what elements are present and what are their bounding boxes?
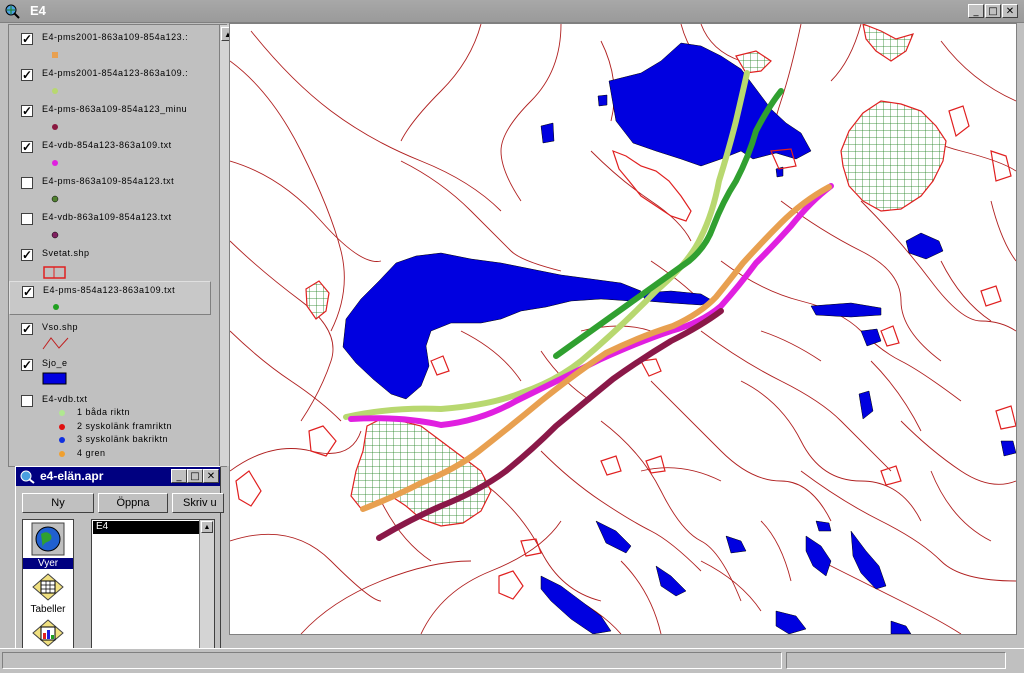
layer-item[interactable]: ✓ Svetat.shp (9, 245, 209, 281)
magnifier-globe-icon (20, 470, 35, 484)
point-symbol-icon (52, 88, 58, 94)
legend-item: 2 syskolänk framriktn (59, 421, 172, 431)
layer-checkbox[interactable] (21, 395, 33, 407)
legend-item: 1 båda riktn (59, 407, 130, 417)
new-button[interactable]: Ny (22, 493, 94, 513)
scroll-up-arrow-icon[interactable]: ▲ (201, 521, 213, 533)
point-symbol-icon (52, 52, 58, 58)
project-maximize-button[interactable]: □ (187, 469, 203, 483)
layer-checkbox[interactable]: ✓ (22, 286, 34, 298)
layer-checkbox[interactable]: ✓ (21, 141, 33, 153)
map-vertical-scrollbar[interactable] (1017, 23, 1024, 635)
open-button[interactable]: Öppna (98, 493, 168, 513)
layer-checkbox[interactable]: ✓ (21, 249, 33, 261)
polygon-symbol-icon (43, 266, 66, 279)
legend-item: 4 gren (59, 448, 106, 458)
status-message (2, 652, 782, 669)
document-list-scrollbar[interactable]: ▲ (199, 520, 214, 650)
layer-name: E4-pms-863a109-854a123.txt (42, 176, 175, 186)
layer-item[interactable]: ✓ E4-pms2001-863a109-854a123.: (9, 29, 209, 63)
close-button[interactable]: ✕ (1002, 4, 1018, 18)
tables-label[interactable]: Tabeller (23, 604, 73, 615)
point-symbol-icon (52, 160, 58, 166)
layer-name: E4-pms2001-854a123-863a109.: (42, 68, 189, 78)
charts-icon[interactable] (31, 618, 65, 648)
layer-item[interactable]: ✓ Vso.shp (9, 319, 209, 353)
layer-item[interactable]: ✓ E4-vdb-854a123-863a109.txt (9, 137, 209, 171)
layer-name: Vso.shp (42, 322, 79, 332)
project-title-bar: e4-elän.apr _ □ ✕ (16, 467, 220, 486)
document-list-item[interactable]: E4 (93, 521, 199, 534)
magnifier-globe-icon (5, 4, 20, 19)
layer-name: E4-pms2001-863a109-854a123.: (42, 32, 189, 42)
layer-checkbox[interactable]: ✓ (21, 323, 33, 335)
legend-dot-icon (59, 423, 65, 430)
status-panel (786, 652, 1006, 669)
layer-checkbox[interactable] (21, 177, 33, 189)
layer-name: E4-vdb-863a109-854a123.txt (42, 212, 172, 222)
layer-item[interactable]: ✓ E4-pms-863a109-854a123_minu (9, 101, 209, 135)
layer-name: Svetat.shp (42, 248, 90, 258)
point-symbol-icon (51, 231, 59, 239)
status-bar (0, 648, 1024, 673)
layer-checkbox[interactable]: ✓ (21, 105, 33, 117)
project-close-button[interactable]: ✕ (203, 469, 219, 483)
window-title-bar: E4 _ □ ✕ (0, 0, 1024, 23)
legend-dot-icon (59, 409, 65, 416)
maximize-button[interactable]: □ (985, 4, 1001, 18)
document-list: E4 ▲ (91, 519, 215, 651)
layer-name: E4-pms-863a109-854a123_minu (42, 104, 188, 114)
tables-icon[interactable] (31, 572, 65, 602)
legend-item: 3 syskolänk bakriktn (59, 434, 168, 444)
map-horizontal-strip (229, 635, 1017, 641)
document-type-list: Vyer Tabeller (22, 519, 74, 651)
project-minimize-button[interactable]: _ (171, 469, 187, 483)
point-symbol-icon (51, 195, 59, 203)
views-label[interactable]: Vyer (23, 558, 73, 569)
minimize-button[interactable]: _ (968, 4, 984, 18)
point-symbol-icon (52, 124, 58, 130)
layer-checkbox[interactable]: ✓ (21, 69, 33, 81)
print-button[interactable]: Skriv u (172, 493, 224, 513)
map-canvas[interactable] (230, 24, 1016, 634)
window-title: E4 (30, 3, 46, 18)
layer-item-selected[interactable]: ✓ E4-pms-854a123-863a109.txt (9, 281, 211, 315)
layer-name: E4-vdb-854a123-863a109.txt (42, 140, 172, 150)
point-symbol-icon (53, 304, 59, 310)
layer-name: Sjo_e (42, 358, 68, 368)
map-view[interactable] (229, 23, 1017, 635)
layer-name: E4-pms-854a123-863a109.txt (43, 285, 176, 295)
layer-item[interactable]: E4-pms-863a109-854a123.txt (9, 173, 209, 207)
legend-dot-icon (59, 436, 65, 443)
project-window: e4-elän.apr _ □ ✕ Ny Öppna Skriv u Vyer … (15, 466, 224, 656)
water-symbol-icon (42, 372, 67, 385)
project-title: e4-elän.apr (40, 469, 104, 483)
layer-checkbox[interactable] (21, 213, 33, 225)
layer-item[interactable]: ✓ E4-pms2001-854a123-863a109.: (9, 65, 209, 99)
layer-item[interactable]: E4-vdb-863a109-854a123.txt (9, 209, 209, 243)
layer-item[interactable]: ✓ Sjo_e (9, 355, 209, 389)
layer-checkbox[interactable]: ✓ (21, 33, 33, 45)
layer-checkbox[interactable]: ✓ (21, 359, 33, 371)
table-of-contents: ▲ ✓ E4-pms2001-863a109-854a123.: ✓ E4-pm… (8, 24, 237, 467)
layer-name: E4-vdb.txt (42, 394, 88, 404)
legend-dot-icon (59, 450, 65, 457)
line-symbol-icon (42, 337, 69, 350)
globe-views-icon[interactable] (31, 522, 65, 556)
